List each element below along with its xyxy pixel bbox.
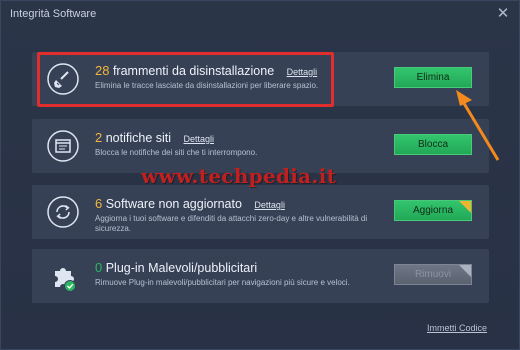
card-malicious-plugins: 0 Plug-in Malevoli/pubblicitari Rimuove … [32,249,489,303]
watermark: www.techpedia.it [141,164,337,188]
pro-badge-icon [458,265,471,278]
refresh-icon [46,195,80,229]
titlebar: Integrità Software ✕ [1,1,519,29]
window-title: Integrità Software [10,8,97,20]
item-count: 0 [95,260,103,275]
pointer-arrow-icon [456,90,500,161]
enter-code-link[interactable]: Immetti Codice [427,323,487,333]
details-link[interactable]: Dettagli [254,200,285,210]
highlight-box [37,52,334,107]
details-link[interactable]: Dettagli [184,134,215,144]
card-outdated-software: 6 Software non aggiornato Dettagli Aggio… [32,185,489,239]
delete-button[interactable]: Elimina [394,67,472,88]
puzzle-icon [46,259,80,293]
remove-button-label: Rimuovi [414,269,452,280]
card-headline: 0 Plug-in Malevoli/pubblicitari [95,260,257,275]
close-icon[interactable]: ✕ [495,6,511,22]
update-button[interactable]: Aggiorna [394,200,472,221]
item-count: 6 [95,196,103,211]
card-description: Aggiorna i tuoi software e difenditi da … [95,214,368,233]
update-button-label: Aggiorna [412,205,454,216]
card-description: Blocca le notifiche dei siti che ti inte… [95,148,258,157]
card-headline: 2 notifiche siti Dettagli [95,130,214,145]
card-description: Rimuove Plug-in malevoli/pubblicitari pe… [95,278,350,287]
software-health-window: Integrità Software ✕ 28 frammenti da dis… [0,0,520,350]
remove-button[interactable]: Rimuovi [394,264,472,285]
notification-icon [46,129,80,163]
headline-text: notifiche siti [105,131,172,145]
headline-text: Plug-in Malevoli/pubblicitari [105,261,258,275]
pro-badge-icon [458,201,471,214]
card-headline: 6 Software non aggiornato Dettagli [95,196,285,211]
headline-text: Software non aggiornato [105,197,242,211]
item-count: 2 [95,130,103,145]
